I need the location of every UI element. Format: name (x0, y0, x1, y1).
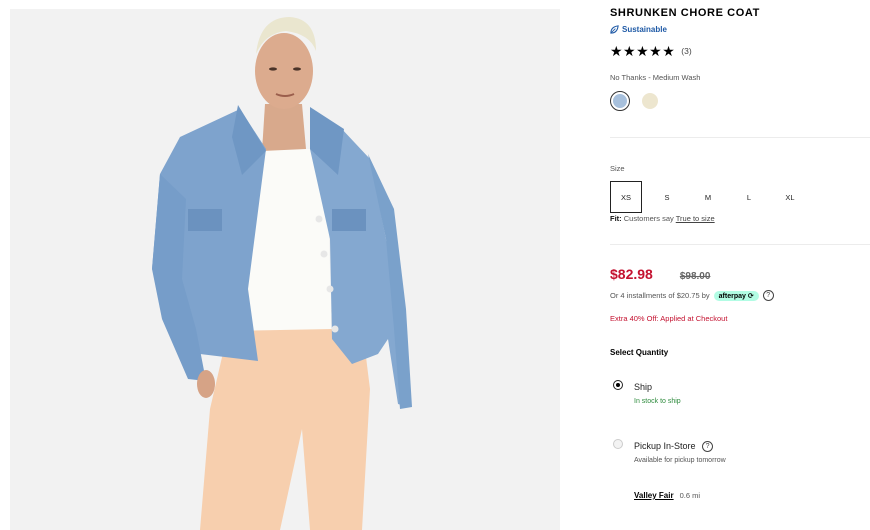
divider (610, 244, 870, 245)
original-price: $98.00 (679, 271, 711, 282)
star-rating: ★★★★★ (610, 43, 676, 59)
swatch-medium-wash[interactable] (610, 91, 630, 111)
size-option-s[interactable]: S (651, 181, 683, 213)
size-selector: XS S M L XL (610, 181, 815, 213)
model-photo (10, 9, 560, 530)
fit-label: Fit: (610, 214, 622, 223)
price-row: $82.98 $98.00 (610, 266, 710, 282)
ship-radio[interactable] (613, 380, 623, 390)
fit-info: Fit: Customers say True to size (610, 214, 715, 223)
color-swatches (610, 91, 658, 111)
size-label: Size (610, 164, 625, 173)
swatch-ecru[interactable] (642, 93, 658, 109)
product-title: SHRUNKEN CHORE COAT (610, 7, 760, 19)
review-count[interactable]: (3) (681, 46, 691, 56)
pickup-label-text: Pickup In-Store (634, 441, 696, 451)
pickup-help-icon[interactable]: ? (702, 441, 714, 453)
size-option-m[interactable]: M (692, 181, 724, 213)
store-distance: 0.6 mi (679, 491, 701, 500)
pickup-radio[interactable] (613, 439, 623, 449)
store-info: Valley Fair 0.6 mi (634, 491, 700, 500)
divider (610, 137, 870, 138)
sustainable-label: Sustainable (622, 25, 667, 34)
size-option-xs[interactable]: XS (610, 181, 642, 213)
leaf-icon (610, 25, 619, 34)
size-option-l[interactable]: L (733, 181, 765, 213)
rating-row[interactable]: ★★★★★ (3) (610, 44, 692, 58)
product-details-panel: SHRUNKEN CHORE COAT Sustainable ★★★★★ (3… (610, 0, 870, 530)
pickup-label[interactable]: Pickup In-Store ? (634, 441, 714, 453)
sale-price: $82.98 (610, 266, 653, 282)
help-icon[interactable]: ? (762, 290, 774, 301)
sustainable-badge: Sustainable (610, 25, 667, 34)
store-name[interactable]: Valley Fair (634, 491, 674, 500)
fit-link[interactable]: True to size (676, 214, 715, 223)
afterpay-label: afterpay (718, 292, 746, 300)
color-name: No Thanks - Medium Wash (610, 73, 701, 82)
fit-text: Customers say (623, 214, 674, 223)
afterpay-logo[interactable]: afterpay ⟳ (713, 290, 759, 301)
select-quantity-title: Select Quantity (610, 348, 669, 357)
pickup-status: Available for pickup tomorrow (634, 457, 726, 464)
product-image[interactable] (10, 9, 560, 530)
installments-text: Or 4 installments of $20.75 by (610, 291, 710, 300)
ship-label[interactable]: Ship (634, 382, 652, 392)
promo-text: Extra 40% Off: Applied at Checkout (610, 314, 728, 323)
size-option-xl[interactable]: XL (774, 181, 806, 213)
installments-row: Or 4 installments of $20.75 by afterpay … (610, 290, 774, 301)
ship-status: In stock to ship (634, 398, 681, 405)
